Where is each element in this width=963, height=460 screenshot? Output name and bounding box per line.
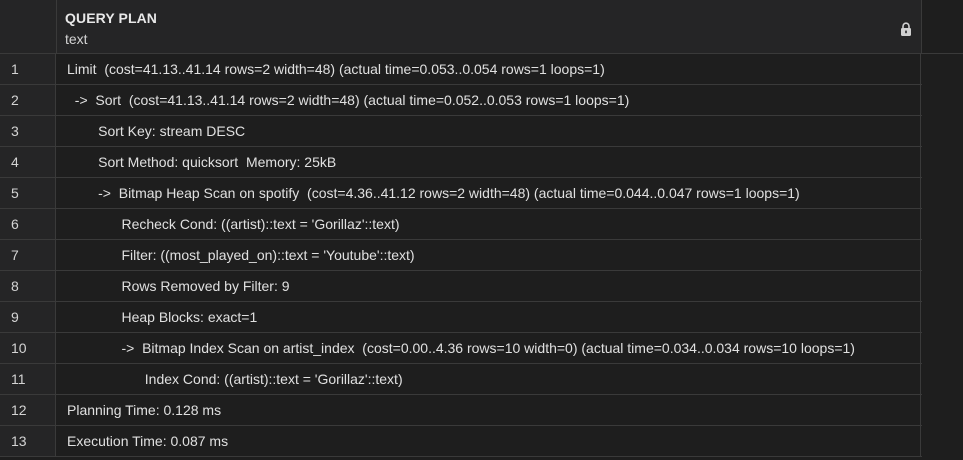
row-number[interactable]: 12 (0, 395, 56, 425)
query-plan-cell[interactable]: Heap Blocks: exact=1 (57, 302, 921, 332)
query-plan-cell[interactable]: Filter: ((most_played_on)::text = 'Youtu… (57, 240, 921, 270)
row-number-header (0, 0, 57, 54)
table-row[interactable]: 2 -> Sort (cost=41.13..41.14 rows=2 widt… (0, 85, 922, 116)
query-plan-cell[interactable]: Rows Removed by Filter: 9 (57, 271, 921, 301)
table-row[interactable]: 3 Sort Key: stream DESC (0, 116, 922, 147)
lock-icon (901, 22, 911, 36)
column-name: QUERY PLAN (65, 10, 158, 26)
row-number[interactable]: 6 (0, 209, 56, 239)
query-plan-cell[interactable]: -> Sort (cost=41.13..41.14 rows=2 width=… (57, 85, 921, 115)
row-number[interactable]: 10 (0, 333, 56, 363)
table-row[interactable]: 5 -> Bitmap Heap Scan on spotify (cost=4… (0, 178, 922, 209)
table-row[interactable]: 8 Rows Removed by Filter: 9 (0, 271, 922, 302)
query-plan-cell[interactable]: -> Bitmap Index Scan on artist_index (co… (57, 333, 921, 363)
query-plan-cell[interactable]: Sort Method: quicksort Memory: 25kB (57, 147, 921, 177)
row-number[interactable]: 1 (0, 54, 56, 84)
query-plan-cell[interactable]: Index Cond: ((artist)::text = 'Gorillaz'… (57, 364, 921, 394)
row-number[interactable]: 8 (0, 271, 56, 301)
table-row[interactable]: 6 Recheck Cond: ((artist)::text = 'Goril… (0, 209, 922, 240)
query-plan-cell[interactable]: Limit (cost=41.13..41.14 rows=2 width=48… (57, 54, 921, 84)
grid-header: QUERY PLAN text (0, 0, 963, 54)
row-number[interactable]: 7 (0, 240, 56, 270)
table-row[interactable]: 9 Heap Blocks: exact=1 (0, 302, 922, 333)
grid-body: 1 Limit (cost=41.13..41.14 rows=2 width=4… (0, 54, 963, 457)
query-plan-cell[interactable]: Recheck Cond: ((artist)::text = 'Gorilla… (57, 209, 921, 239)
query-plan-cell[interactable]: Execution Time: 0.087 ms (57, 426, 921, 456)
column-type: text (65, 31, 88, 47)
row-number[interactable]: 4 (0, 147, 56, 177)
column-header-query-plan[interactable]: QUERY PLAN text (57, 0, 922, 54)
row-number[interactable]: 3 (0, 116, 56, 146)
table-row[interactable]: 10 -> Bitmap Index Scan on artist_index … (0, 333, 922, 364)
query-plan-cell[interactable]: Sort Key: stream DESC (57, 116, 921, 146)
row-number[interactable]: 9 (0, 302, 56, 332)
row-number[interactable]: 13 (0, 426, 56, 456)
table-row[interactable]: 7 Filter: ((most_played_on)::text = 'You… (0, 240, 922, 271)
table-row[interactable]: 4 Sort Method: quicksort Memory: 25kB (0, 147, 922, 178)
table-row[interactable]: 13 Execution Time: 0.087 ms (0, 426, 922, 457)
row-number[interactable]: 5 (0, 178, 56, 208)
table-row[interactable]: 11 Index Cond: ((artist)::text = 'Gorill… (0, 364, 922, 395)
header-filler (922, 0, 963, 54)
table-row[interactable]: 12 Planning Time: 0.128 ms (0, 395, 922, 426)
result-grid: QUERY PLAN text 1 Limit (cost=41.13..41.1… (0, 0, 963, 460)
row-number[interactable]: 2 (0, 85, 56, 115)
table-row[interactable]: 1 Limit (cost=41.13..41.14 rows=2 width=4… (0, 54, 922, 85)
row-number[interactable]: 11 (0, 364, 56, 394)
query-plan-cell[interactable]: Planning Time: 0.128 ms (57, 395, 921, 425)
query-plan-cell[interactable]: -> Bitmap Heap Scan on spotify (cost=4.3… (57, 178, 921, 208)
